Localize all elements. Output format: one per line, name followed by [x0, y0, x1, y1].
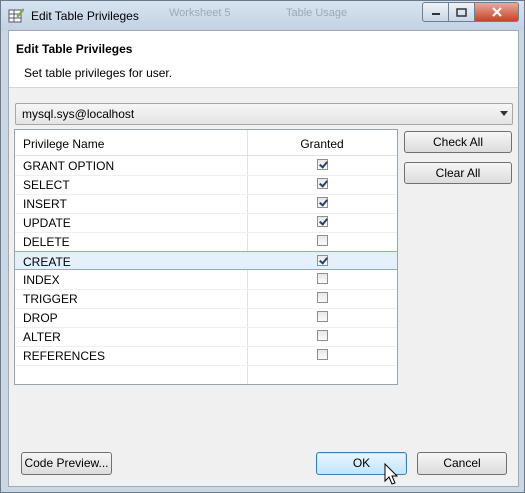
title-bar[interactable]: Edit Table Privileges Worksheet 5 Table …: [1, 1, 524, 30]
privilege-name: DELETE: [23, 235, 70, 249]
close-icon: [491, 7, 502, 17]
check-all-button[interactable]: Check All: [404, 131, 512, 153]
user-select-value: mysql.sys@localhost: [22, 107, 135, 121]
table-header: Privilege Name Granted: [15, 130, 397, 156]
privilege-name: TRIGGER: [23, 292, 78, 306]
privilege-name: CREATE: [23, 255, 71, 269]
granted-checkbox[interactable]: [317, 255, 328, 266]
table-row[interactable]: GRANT OPTION: [15, 156, 397, 176]
granted-checkbox[interactable]: [317, 216, 328, 227]
column-header-privilege-name[interactable]: Privilege Name: [23, 137, 104, 151]
column-header-granted[interactable]: Granted: [247, 137, 397, 151]
granted-checkbox[interactable]: [317, 159, 328, 170]
clear-all-button[interactable]: Clear All: [404, 162, 512, 184]
table-row[interactable]: UPDATE: [15, 213, 397, 233]
background-tab-worksheet: Worksheet 5: [169, 7, 231, 19]
minimize-icon: [431, 13, 440, 15]
granted-checkbox[interactable]: [317, 178, 328, 189]
privilege-name: UPDATE: [23, 216, 71, 230]
table-row[interactable]: ALTER: [15, 327, 397, 347]
privilege-name: REFERENCES: [23, 349, 106, 363]
header-description: Set table privileges for user.: [24, 66, 173, 80]
privilege-name: SELECT: [23, 178, 70, 192]
privilege-name: GRANT OPTION: [23, 159, 115, 173]
table-row[interactable]: DROP: [15, 308, 397, 328]
granted-checkbox[interactable]: [317, 292, 328, 303]
table-row[interactable]: TRIGGER: [15, 289, 397, 309]
dialog-client-area: Edit Table Privileges Set table privileg…: [8, 30, 519, 487]
dialog-window: Edit Table Privileges Worksheet 5 Table …: [0, 0, 525, 493]
background-tab-table-usage: Table Usage: [286, 7, 348, 19]
maximize-button[interactable]: [449, 2, 475, 22]
table-row[interactable]: INSERT: [15, 194, 397, 214]
dialog-header: Edit Table Privileges Set table privileg…: [9, 31, 518, 88]
minimize-button[interactable]: [422, 2, 449, 22]
privileges-table: Privilege Name Granted GRANT OPTION SELE…: [14, 129, 398, 385]
cancel-button[interactable]: Cancel: [417, 452, 507, 475]
table-row[interactable]: DELETE: [15, 232, 397, 252]
table-row[interactable]: INDEX: [15, 270, 397, 290]
granted-checkbox[interactable]: [317, 330, 328, 341]
table-row[interactable]: CREATE: [15, 251, 397, 270]
code-preview-button[interactable]: Code Preview...: [21, 452, 112, 475]
table-row[interactable]: SELECT: [15, 175, 397, 195]
granted-checkbox[interactable]: [317, 349, 328, 360]
granted-checkbox[interactable]: [317, 273, 328, 284]
table-row[interactable]: REFERENCES: [15, 346, 397, 366]
mouse-pointer-icon: [384, 463, 399, 485]
window-controls: [422, 2, 519, 22]
maximize-icon: [456, 7, 467, 17]
granted-checkbox[interactable]: [317, 311, 328, 322]
close-button[interactable]: [475, 2, 519, 22]
privilege-name: INSERT: [23, 197, 67, 211]
page-title: Edit Table Privileges: [16, 42, 133, 56]
privilege-name: INDEX: [23, 273, 60, 287]
privilege-name: DROP: [23, 311, 58, 325]
edit-table-icon: [8, 8, 24, 23]
user-select[interactable]: mysql.sys@localhost: [15, 103, 513, 125]
granted-checkbox[interactable]: [317, 197, 328, 208]
granted-checkbox[interactable]: [317, 235, 328, 246]
chevron-down-icon[interactable]: [500, 111, 508, 116]
privilege-name: ALTER: [23, 330, 61, 344]
window-title: Edit Table Privileges: [31, 9, 139, 23]
